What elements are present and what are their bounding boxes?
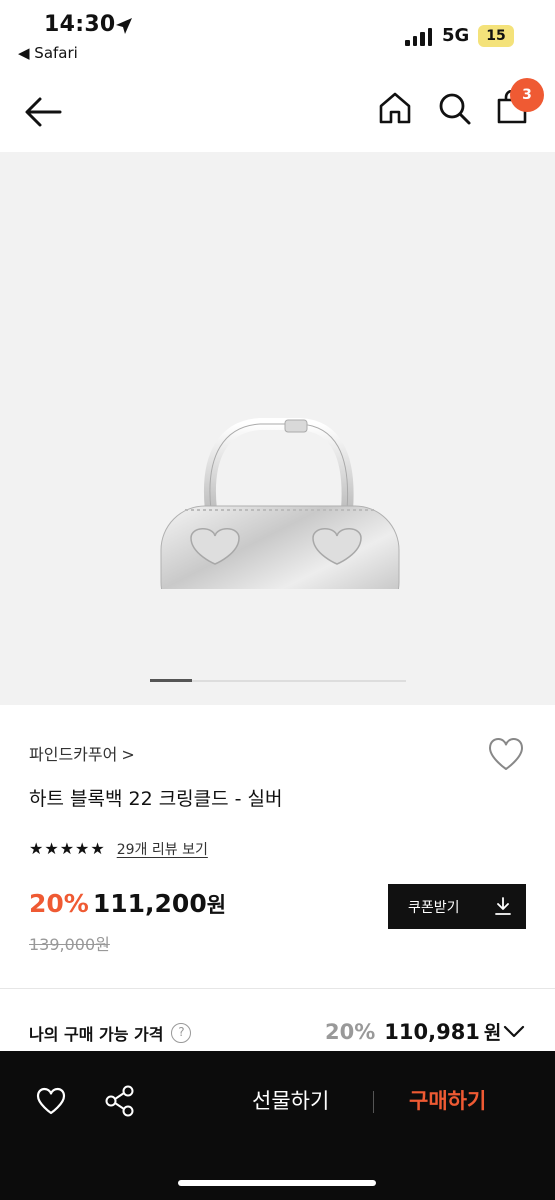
section-divider — [0, 988, 555, 989]
chevron-down-icon[interactable] — [503, 1024, 525, 1040]
top-navigation: 3 — [0, 70, 555, 152]
chevron-right-icon: > — [121, 745, 135, 764]
network-type: 5G — [442, 25, 470, 46]
share-icon[interactable] — [104, 1084, 136, 1118]
battery-indicator: 15 — [478, 25, 514, 47]
home-icon[interactable] — [377, 90, 413, 126]
discount-rate: 20% — [29, 889, 89, 918]
star-icon: ★ — [90, 839, 105, 858]
coupon-download-button[interactable]: 쿠폰받기 — [388, 884, 526, 929]
currency-unit: 원 — [206, 893, 227, 917]
back-arrow-icon[interactable] — [22, 92, 64, 132]
search-icon[interactable] — [436, 90, 472, 126]
original-price: 139,000원 — [29, 935, 110, 954]
gift-button[interactable]: 선물하기 — [252, 1085, 329, 1115]
product-image-gallery[interactable] — [0, 152, 555, 705]
gallery-scroll-indicator — [150, 679, 192, 682]
download-icon — [495, 897, 511, 915]
back-to-safari[interactable]: ◀ Safari — [18, 44, 78, 62]
cart-count-badge: 3 — [510, 78, 544, 112]
brand-name: 파인드카푸어 — [29, 745, 118, 764]
button-separator — [373, 1091, 374, 1113]
signal-icon — [405, 28, 433, 46]
review-link[interactable]: 29개 리뷰 보기 — [117, 839, 208, 859]
brand-link[interactable]: 파인드카푸어 > — [29, 741, 135, 765]
help-icon[interactable]: ? — [171, 1023, 192, 1043]
status-bar: 14:30 ◀ Safari 5G 15 — [0, 0, 555, 70]
my-price-amount: 110,981 — [384, 1020, 480, 1044]
my-price-value[interactable]: 20% 110,981 원 — [325, 1018, 501, 1045]
my-price-currency: 원 — [483, 1022, 502, 1044]
bottom-action-bar: 선물하기 구매하기 — [0, 1051, 555, 1200]
home-indicator — [178, 1180, 376, 1186]
star-icon: ★ — [59, 839, 75, 858]
product-image — [160, 418, 400, 589]
heart-icon[interactable] — [487, 736, 525, 772]
star-icon: ★ — [29, 839, 44, 858]
rating-row: ★ ★ ★ ★ ★ 29개 리뷰 보기 — [29, 839, 208, 859]
my-price-title: 나의 구매 가능 가격 — [29, 1025, 164, 1044]
price-row: 20% 111,200 원 — [29, 889, 226, 919]
status-time: 14:30 — [44, 12, 116, 37]
location-arrow-icon — [116, 18, 132, 34]
my-price-label[interactable]: 나의 구매 가능 가격 ? — [29, 1021, 192, 1045]
buy-button[interactable]: 구매하기 — [409, 1085, 486, 1115]
coupon-label: 쿠폰받기 — [408, 899, 460, 916]
star-rating: ★ ★ ★ ★ ★ — [29, 840, 105, 858]
my-price-discount: 20% — [325, 1020, 376, 1044]
heart-icon[interactable] — [35, 1086, 67, 1116]
star-icon: ★ — [44, 839, 59, 858]
star-icon: ★ — [75, 839, 90, 858]
sale-price: 111,200 — [92, 889, 207, 918]
product-title: 하트 블록백 22 크링클드 - 실버 — [29, 788, 283, 810]
